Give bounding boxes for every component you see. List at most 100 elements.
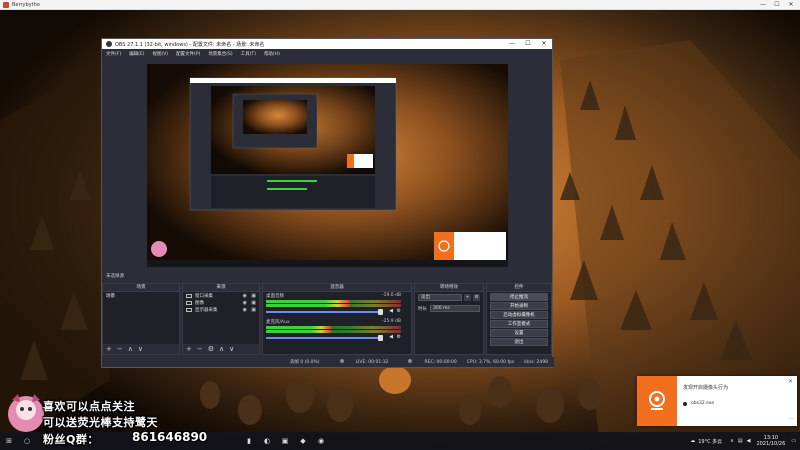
obs-menubar: 文件(F) 编辑(E) 视图(V) 配置文件(P) 场景集合(S) 工具(T) … [102,49,552,58]
weather-text[interactable]: 19°C 多云 [698,438,722,445]
network-icon[interactable]: ▤ [738,438,743,444]
audio-meter [266,330,401,333]
scenes-dock-footer: + − ∧ ∨ [103,344,179,354]
move-scene-up-button[interactable]: ∧ [128,345,133,353]
start-virtual-camera-button[interactable]: 启动虚拟摄像机 [490,311,548,319]
pinned-app-icon[interactable]: ▣ [280,436,290,446]
add-transition-button[interactable]: + [464,294,471,301]
obs-minimize-button[interactable]: — [504,39,520,49]
controls-dock-header: 控件 [487,284,551,292]
settings-button[interactable]: 设置 [490,329,548,337]
fader-knob[interactable] [378,335,383,341]
tray-chevron-icon[interactable]: ∧ [730,438,734,444]
menu-view[interactable]: 视图(V) [152,51,168,57]
start-recording-button[interactable]: 开始录制 [490,302,548,310]
source-properties-button[interactable]: ⚙ [208,345,214,353]
gear-icon[interactable]: ⚙ [397,334,401,340]
controls-dock: 控件 停止推流 开始录制 启动虚拟摄像机 工作室模式 设置 退出 [486,283,552,355]
rec-timer-text: REC: 00:00:00 [424,359,457,365]
add-scene-button[interactable]: + [106,345,112,353]
source-item-label: 图像 [195,300,204,306]
streamer-avatar [8,394,44,432]
camera-notification-toast[interactable]: 发现开启摄像头行为 obs32.exe ✕ ··· [637,376,797,426]
clock-date: 2021/10/26 [756,441,786,447]
move-scene-down-button[interactable]: ∨ [138,345,143,353]
volume-fader[interactable] [266,335,383,341]
gear-icon[interactable]: ⚙ [397,308,401,314]
obs-preview[interactable] [147,64,508,267]
search-icon[interactable]: ○ [22,436,32,446]
obs-maximize-button[interactable]: ☐ [520,39,536,49]
notification-icon[interactable]: ▭ [791,438,796,444]
host-maximize-button[interactable]: ☐ [770,0,784,10]
source-item[interactable]: 显示器采集 ◉ ▣ [183,306,259,313]
audio-meter [266,300,401,303]
display-capture-icon [186,307,192,312]
remove-source-button[interactable]: − [197,345,203,353]
source-item-label: 显示器采集 [195,307,218,313]
clock[interactable]: 13:10 2021/10/26 [756,435,785,447]
rec-dot-icon [408,359,413,364]
menu-edit[interactable]: 编辑(E) [129,51,144,57]
menu-scene-collection[interactable]: 场景集合(S) [208,51,232,57]
duration-input[interactable]: 300 ms [430,305,480,312]
lock-icon[interactable]: ▣ [251,300,256,306]
studio-mode-button[interactable]: 工作室模式 [490,320,548,328]
lock-icon[interactable]: ▣ [251,293,256,299]
mixer-channel-db: -25.9 dB [381,319,401,324]
fader-knob[interactable] [378,309,383,315]
scenes-dock-header: 场景 [103,284,179,292]
visibility-eye-icon[interactable]: ◉ [243,300,247,306]
pinned-app-icon[interactable]: ▮ [244,436,254,446]
start-windows-icon[interactable]: ⊞ [4,436,14,446]
exit-button[interactable]: 退出 [490,338,548,346]
transition-properties-button[interactable]: ⚙ [473,294,480,301]
host-close-button[interactable]: ✕ [784,0,798,10]
obs-logo-icon [106,41,112,47]
host-window-title: Berrybytho [12,1,40,8]
pinned-app-icon[interactable]: ◆ [298,436,308,446]
obs-window-controls: — ☐ ✕ [504,39,552,49]
mixer-channel: 麦克风/Aux -25.9 dB ◀ ⚙ [263,318,411,344]
lock-icon[interactable]: ▣ [251,307,256,313]
speaker-icon[interactable]: ◀ [389,334,393,340]
move-source-up-button[interactable]: ∧ [219,345,224,353]
image-source-icon [186,300,192,305]
remove-scene-button[interactable]: − [117,345,123,353]
move-source-down-button[interactable]: ∨ [229,345,234,353]
overlay-support-text: 可以送荧光棒支持鹭天 [43,416,158,429]
source-item[interactable]: 图像 ◉ ▣ [183,299,259,306]
camera-icon [649,391,665,410]
obs-close-button[interactable]: ✕ [536,39,552,49]
speaker-icon[interactable]: ◀ [389,308,393,314]
transitions-dock-header: 转场特效 [415,284,483,292]
pinned-app-icon[interactable]: ◐ [262,436,272,446]
menu-tools[interactable]: 工具(T) [241,51,256,57]
add-source-button[interactable]: + [186,345,192,353]
visibility-eye-icon[interactable]: ◉ [243,293,247,299]
source-item-label: 窗口采集 [195,293,213,299]
transition-select[interactable]: 淡出 [418,294,462,301]
toast-more-button[interactable]: ··· [788,416,793,422]
menu-help[interactable]: 帮助(H) [264,51,280,57]
rec-timer: REC: 00:00:00 [398,359,457,365]
menu-profile[interactable]: 配置文件(P) [176,51,200,57]
source-label: 未选择源 [106,274,124,279]
duration-row: 时长 300 ms [415,303,483,314]
window-capture-icon [186,293,192,298]
mixer-channel-db: -19.0 dB [381,293,401,298]
menu-file[interactable]: 文件(F) [106,51,121,57]
visibility-eye-icon[interactable]: ◉ [243,307,247,313]
taskbar: ⊞ ○ ▭ ▮ ◐ ▣ ◆ ◉ ☁ 19°C 多云 ∧ ▤ ◀ 13:10 20… [0,432,800,450]
toast-close-button[interactable]: ✕ [788,378,793,385]
obs-taskbar-icon[interactable]: ◉ [316,436,326,446]
source-item[interactable]: 窗口采集 ◉ ▣ [183,292,259,299]
volume-fader[interactable] [266,309,383,315]
host-minimize-button[interactable]: — [756,0,770,10]
meter-level [266,326,331,329]
stop-streaming-button[interactable]: 停止推流 [490,293,548,301]
toast-app: obs32.exe [683,401,791,406]
toast-icon-box [637,376,677,426]
scene-item[interactable]: 场景 [103,292,179,300]
volume-icon[interactable]: ◀ [747,438,751,444]
